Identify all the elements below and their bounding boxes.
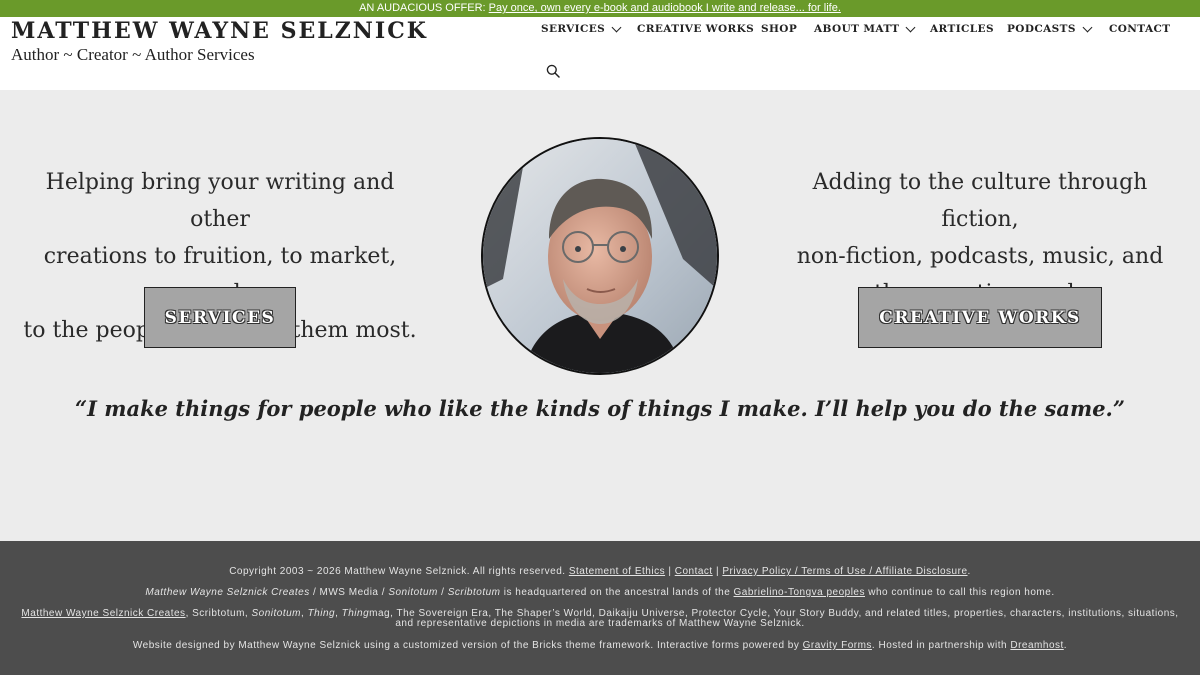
ethics-link[interactable]: Statement of Ethics [569, 566, 665, 577]
separator: | [712, 566, 723, 577]
dreamhost-link[interactable]: Dreamhost [1010, 640, 1063, 651]
separator: | [665, 566, 675, 577]
site-tagline: Author ~ Creator ~ Author Services [11, 45, 255, 64]
services-pitch-line: Helping bring your writing and other [45, 170, 395, 232]
nav-about-label: ABOUT MATT [814, 23, 900, 35]
site-title[interactable]: MATTHEW WAYNE SELZNICK [11, 18, 428, 44]
creative-works-button[interactable]: CREATIVE WORKS [858, 287, 1102, 348]
brand-separator: / MWS Media / [309, 587, 389, 598]
period: . [967, 566, 971, 577]
promo-banner: AN AUDACIOUS OFFER: Pay once, own every … [0, 0, 1200, 17]
nav-podcasts-label: PODCASTS [1007, 23, 1076, 35]
nav-services-label: SERVICES [541, 23, 606, 35]
gravity-forms-link[interactable]: Gravity Forms [803, 640, 872, 651]
chevron-down-icon[interactable] [1082, 22, 1093, 32]
credits-text: Website designed by Matthew Wayne Selzni… [132, 640, 803, 651]
chevron-down-icon[interactable] [611, 22, 622, 32]
tagline-quote: “I make things for people who like the k… [75, 396, 1125, 421]
nav-about-matt[interactable]: ABOUT MATT [814, 21, 916, 37]
credits-end: . [1063, 640, 1068, 651]
contact-link[interactable]: Contact [675, 566, 713, 577]
services-button[interactable]: SERVICES [144, 287, 296, 348]
land-text-end: who continue to call this region home. [865, 587, 1055, 598]
nav-shop-label: SHOP [761, 23, 798, 35]
copyright-text: Copyright 2003 ~ 2026 Matthew Wayne Selz… [229, 566, 569, 577]
footer-land-acknowledgement: Matthew Wayne Selznick Creates / MWS Med… [0, 587, 1200, 598]
search-icon[interactable] [546, 64, 560, 78]
nav-articles[interactable]: ARTICLES [930, 21, 994, 37]
footer-copyright-line: Copyright 2003 ~ 2026 Matthew Wayne Selz… [0, 566, 1200, 577]
footer-trademarks-line2: and representative depictions in media a… [395, 618, 805, 629]
nav-contact-label: CONTACT [1109, 23, 1171, 35]
promo-lead: AN AUDACIOUS OFFER: [359, 2, 489, 14]
nav-podcasts[interactable]: PODCASTS [1007, 21, 1093, 37]
tongva-link[interactable]: Gabrielino-Tongva peoples [734, 587, 865, 598]
creative-pitch-line: non-fiction, podcasts, music, and [796, 244, 1164, 269]
author-portrait [481, 137, 719, 375]
site-footer: Copyright 2003 ~ 2026 Matthew Wayne Selz… [0, 541, 1200, 675]
chevron-down-icon[interactable] [905, 22, 916, 32]
brand-separator: / [437, 587, 448, 598]
footer-credits: Website designed by Matthew Wayne Selzni… [0, 640, 1200, 651]
privacy-link[interactable]: Privacy Policy / Terms of Use / Affiliat… [722, 566, 967, 577]
author-photo [483, 139, 717, 373]
site-header: MATTHEW WAYNE SELZNICK Author ~ Creator … [0, 17, 1200, 90]
promo-link[interactable]: Pay once, own every e-book and audiobook… [489, 2, 841, 14]
scribtotum-name: Scribtotum [447, 587, 501, 598]
land-text: is headquartered on the ancestral lands … [500, 587, 734, 598]
sonitotum-name: Sonitotum [388, 587, 438, 598]
creates-name: Matthew Wayne Selznick Creates [145, 587, 310, 598]
nav-shop[interactable]: SHOP [761, 21, 797, 37]
nav-services[interactable]: SERVICES [541, 21, 622, 37]
creative-pitch-line: Adding to the culture through fiction, [812, 170, 1148, 232]
credits-text: . Hosted in partnership with [871, 640, 1011, 651]
nav-articles-label: ARTICLES [930, 23, 994, 35]
nav-creative-works[interactable]: CREATIVE WORKS [637, 21, 754, 37]
nav-creative-works-label: CREATIVE WORKS [637, 23, 755, 35]
nav-contact[interactable]: CONTACT [1109, 21, 1170, 37]
